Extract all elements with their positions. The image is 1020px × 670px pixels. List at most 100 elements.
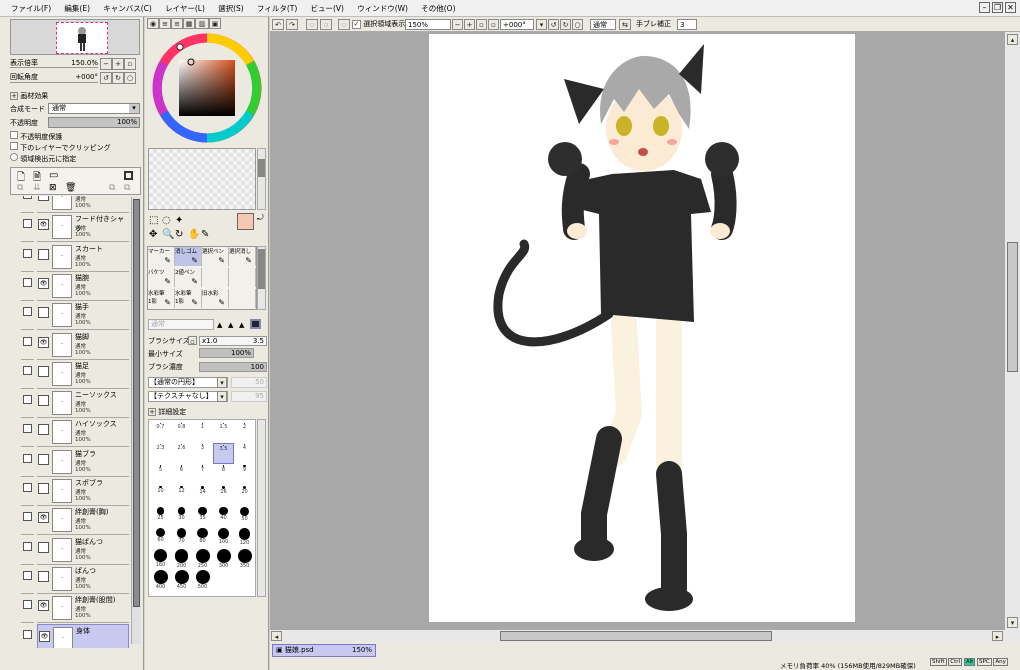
brush-size-preset[interactable]: 2.6 <box>171 443 192 464</box>
brush-size-preset[interactable]: 160 <box>150 548 171 569</box>
rotate-right-button[interactable]: ↻ <box>112 72 124 84</box>
visibility-eye-icon[interactable] <box>38 453 49 465</box>
brush-size-preset[interactable]: 25 <box>150 506 171 527</box>
canvas-area[interactable] <box>270 32 1005 630</box>
layer-level-indicator[interactable] <box>21 477 34 506</box>
hscroll-thumb[interactable] <box>500 631 772 641</box>
redo-icon[interactable]: ↷ <box>286 19 298 30</box>
layer-row[interactable]: 👁 · 猫腕 通常 100% <box>37 271 129 301</box>
menu-filter[interactable]: フィルタ(T) <box>257 0 297 17</box>
brush-shape-amount[interactable]: 50 <box>231 377 267 388</box>
layer-level-indicator[interactable] <box>21 565 34 594</box>
toolbar-zoom-select[interactable]: 150% <box>405 19 451 30</box>
brush-tool-slot[interactable]: マーカー ✎ <box>148 247 175 266</box>
scratchpad-scrollbar[interactable] <box>257 148 266 210</box>
visibility-eye-icon[interactable]: 👁 <box>38 600 49 612</box>
density-slider[interactable]: 100 <box>199 362 267 372</box>
layer-row[interactable]: 👁 · 猫脚 通常 100% <box>37 330 129 360</box>
zoom-slider[interactable] <box>10 67 98 71</box>
layer-level-indicator[interactable] <box>21 360 34 389</box>
brush-size-preset[interactable]: 6 <box>171 464 192 485</box>
folder-icon[interactable]: ▭ <box>49 170 58 181</box>
lasso-icon[interactable]: ◌ <box>162 215 171 226</box>
toolbar-rotate-reset-button[interactable]: ○ <box>572 19 583 30</box>
visibility-eye-icon[interactable] <box>38 365 49 377</box>
toolbar-zoom-in-button[interactable]: + <box>464 19 475 30</box>
brush-size-preset[interactable]: 2 <box>234 422 255 443</box>
zoom-reset-button[interactable]: ▫ <box>124 58 136 70</box>
brush-size-preset[interactable]: 400 <box>150 569 171 590</box>
brush-size-preset[interactable]: 300 <box>213 548 234 569</box>
trash-icon[interactable]: 🗑 <box>65 183 76 193</box>
layer-row[interactable]: · ニーソックス 通常 100% <box>37 389 129 419</box>
layer-row[interactable]: · スポブラ 通常 100% <box>37 477 129 506</box>
layer-level-indicator[interactable] <box>21 418 34 448</box>
zoom-out-button[interactable]: − <box>100 58 112 70</box>
brush-edge-soft-icon[interactable]: ▲ <box>239 321 244 329</box>
menu-layer[interactable]: レイヤー(L) <box>165 0 205 17</box>
brush-size-preset[interactable]: 12 <box>171 485 192 506</box>
brush-tool-slot[interactable]: 選択消し ✎ <box>229 247 256 266</box>
opacity-slider[interactable]: 100% <box>48 117 140 128</box>
toolbar-mode-select[interactable]: 通常 <box>590 19 616 30</box>
minimize-icon[interactable]: – <box>979 2 990 13</box>
layer-row[interactable]: · 猫手 通常 100% <box>37 301 129 331</box>
brush-size-preset[interactable]: 80 <box>192 527 213 548</box>
menu-edit[interactable]: 編集(E) <box>64 0 90 17</box>
brush-size-preset[interactable]: 1.5 <box>213 422 234 443</box>
rotate-reset-button[interactable]: ○ <box>124 72 136 84</box>
visibility-eye-icon[interactable] <box>38 570 49 582</box>
magic-wand-icon[interactable]: ✦ <box>175 215 183 226</box>
visibility-eye-icon[interactable] <box>38 196 49 201</box>
layer-level-indicator[interactable] <box>21 272 34 301</box>
layer-row[interactable]: 👁 · 絆創膏(胸) 通常 100% <box>37 506 129 536</box>
brush-size-preset[interactable]: 100 <box>213 527 234 548</box>
brush-size-preset[interactable]: 3.5 <box>213 443 234 464</box>
move-icon[interactable]: ✥ <box>149 229 157 240</box>
brush-size-preset[interactable]: 5 <box>150 464 171 485</box>
brush-tool-slot[interactable] <box>229 268 256 287</box>
toolbar-rotate-left-button[interactable]: ↺ <box>548 19 559 30</box>
merge-visible-icon[interactable]: ⧉ <box>124 183 130 193</box>
scroll-left-icon[interactable]: ◂ <box>271 631 282 641</box>
layer-level-indicator[interactable] <box>21 536 34 565</box>
rotate-slider[interactable] <box>10 82 98 86</box>
brush-size-preset[interactable]: 3 <box>192 443 213 464</box>
brush-size-preset[interactable]: 500 <box>192 569 213 590</box>
brush-size-preset[interactable]: 70 <box>171 527 192 548</box>
intermediate-tab[interactable]: ▦ <box>183 18 195 29</box>
undo-icon[interactable]: ↶ <box>272 19 284 30</box>
layer-level-indicator[interactable] <box>21 506 34 536</box>
swatch-tab[interactable]: ▥ <box>195 18 209 29</box>
size-toggle-icon[interactable]: ▫ <box>188 336 197 346</box>
fg-color-swatch[interactable] <box>237 213 254 230</box>
paper-effect-header[interactable]: + 画材効果 <box>10 91 48 101</box>
brush-edge-square-icon[interactable] <box>250 319 261 329</box>
brush-size-preset[interactable]: 14 <box>192 485 213 506</box>
brush-tool-slot[interactable] <box>202 268 229 287</box>
menu-canvas[interactable]: キャンバス(C) <box>103 0 152 17</box>
document-tab[interactable]: ▣ 猫娘.psd 150% <box>272 644 376 657</box>
restore-icon[interactable]: ❐ <box>992 2 1003 13</box>
opt-detect[interactable]: 領域検出元に指定 <box>10 153 76 163</box>
layer-level-indicator[interactable] <box>21 389 34 419</box>
invert-selection-icon[interactable]: ▫ <box>320 19 332 30</box>
canvas-hscrollbar[interactable]: ◂ ▸ <box>270 630 1020 642</box>
zoom-icon[interactable]: 🔍 <box>162 229 174 240</box>
brush-edge-mid-icon[interactable]: ▲ <box>228 321 233 329</box>
layer-row[interactable]: 👁 · 絆創膏(股間) 通常 100% <box>37 594 129 624</box>
brush-tool-slot[interactable]: 水彩筆 1影 ✎ <box>175 289 202 308</box>
brush-tool-slot[interactable]: 2値ペン ✎ <box>175 268 202 287</box>
texture-select[interactable]: 【テクスチャなし】 <box>148 391 228 402</box>
brush-size-preset[interactable]: 120 <box>234 527 255 548</box>
clear-selection-icon[interactable]: ▫ <box>338 19 350 30</box>
brush-tool-slot[interactable]: 水彩筆 1影 ✎ <box>148 289 175 308</box>
layer-level-indicator[interactable] <box>21 448 34 477</box>
rotate-left-button[interactable]: ↺ <box>100 72 112 84</box>
layer-row[interactable]: · 猫ブラ 通常 100% <box>37 447 129 477</box>
zoom-in-button[interactable]: + <box>112 58 124 70</box>
scroll-up-icon[interactable]: ▴ <box>1007 34 1018 45</box>
layer-row[interactable]: 👁 · 身体 <box>37 623 129 648</box>
brush-size-preset[interactable]: 7 <box>192 464 213 485</box>
brush-size-preset[interactable]: 10 <box>150 485 171 506</box>
